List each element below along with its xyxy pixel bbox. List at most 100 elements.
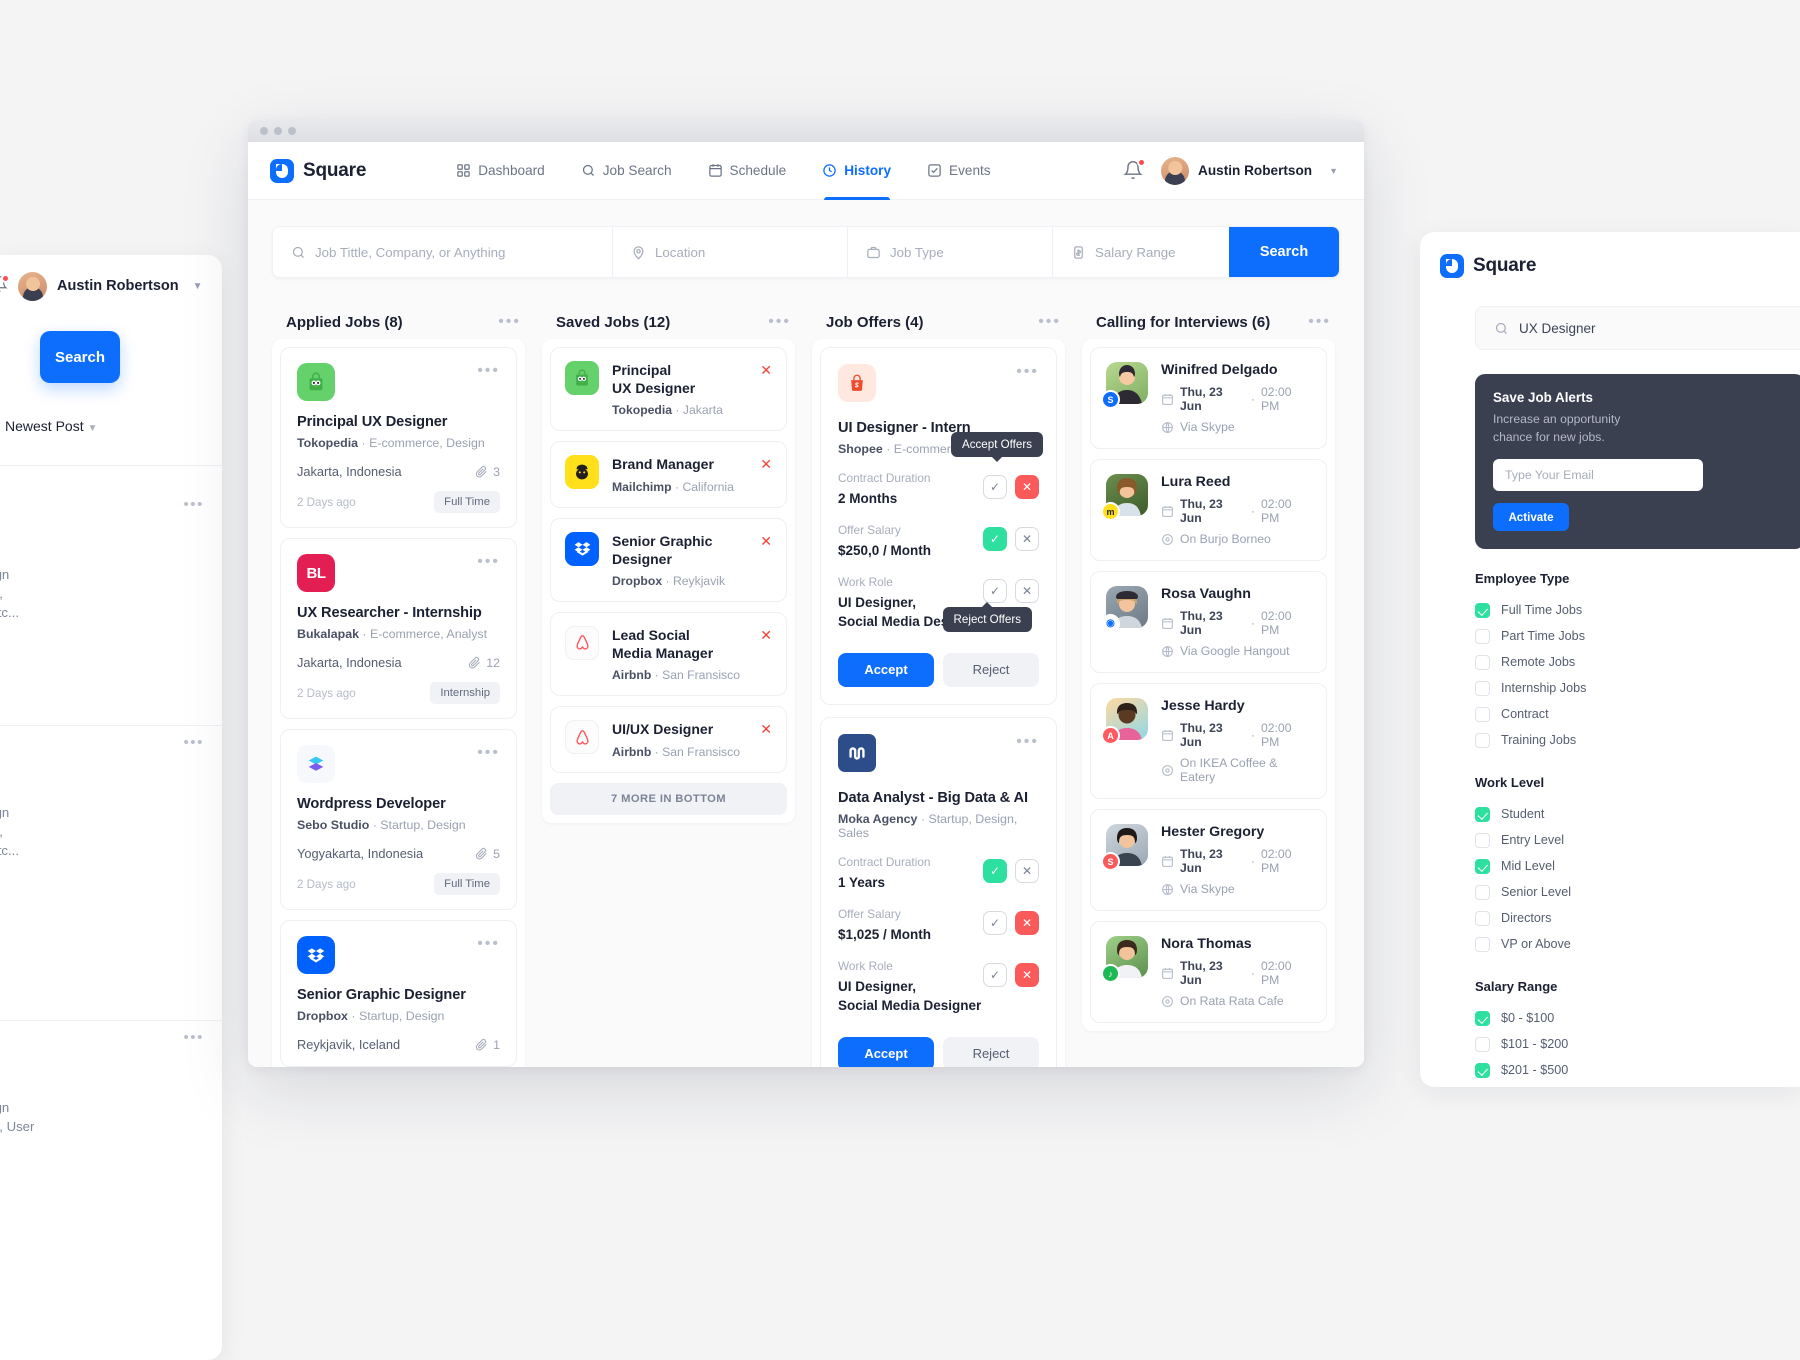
checkbox[interactable]: [1475, 884, 1490, 900]
offer-card[interactable]: ••• Data Analyst - Big Data & AI Moka Ag…: [820, 716, 1057, 1067]
reject-row-button[interactable]: ✕: [1015, 963, 1039, 988]
list-item[interactable]: Principal UX Designer Tokopedia · Jakart…: [550, 347, 787, 432]
filter-checkbox-row[interactable]: $201 - $500: [1475, 1057, 1800, 1083]
filter-checkbox-row[interactable]: Part Time Jobs: [1475, 623, 1800, 649]
filter-checkbox-row[interactable]: $101 - $200: [1475, 1031, 1800, 1057]
filter-checkbox-row[interactable]: Mid Level: [1475, 853, 1800, 879]
checkbox[interactable]: [1475, 602, 1490, 618]
reject-row-button[interactable]: ✕: [1015, 911, 1039, 936]
checkbox[interactable]: [1475, 910, 1490, 926]
nav-item-job-search[interactable]: Job Search: [581, 142, 672, 199]
filter-checkbox-row[interactable]: Remote Jobs: [1475, 649, 1800, 675]
more-options-icon[interactable]: •••: [183, 734, 204, 751]
checkbox[interactable]: [1475, 936, 1490, 952]
chevron-down-icon[interactable]: ▼: [193, 281, 203, 292]
list-item[interactable]: Lead Social Media Manager Airbnb · San F…: [550, 611, 787, 697]
reject-row-button[interactable]: ✕: [1015, 858, 1039, 883]
filter-checkbox-row[interactable]: Entry Level: [1475, 827, 1800, 853]
list-item[interactable]: Senior Graphic Designer Dropbox · Reykja…: [550, 517, 787, 602]
nav-item-history[interactable]: History: [822, 142, 891, 199]
checkbox[interactable]: [1475, 1010, 1490, 1026]
remove-saved-job-icon[interactable]: ✕: [760, 361, 772, 377]
checkbox[interactable]: [1475, 732, 1490, 748]
table-row[interactable]: BL ••• UX Researcher - Internship Bukala…: [280, 538, 517, 719]
remove-saved-job-icon[interactable]: ✕: [760, 455, 772, 471]
filter-checkbox-row[interactable]: $501 - $750: [1475, 1083, 1800, 1087]
more-options-icon[interactable]: •••: [1016, 733, 1039, 750]
list-item[interactable]: ••• ign for the Visual design stand basi…: [0, 490, 220, 726]
search-input[interactable]: UX Designer: [1475, 306, 1800, 350]
reject-row-button[interactable]: ✕: [1015, 527, 1039, 552]
activate-button[interactable]: Activate: [1493, 503, 1569, 532]
checkbox[interactable]: [1475, 680, 1490, 696]
filter-checkbox-row[interactable]: Contract: [1475, 701, 1800, 727]
filter-checkbox-row[interactable]: Internship Jobs: [1475, 675, 1800, 701]
accept-row-button[interactable]: ✓: [983, 475, 1007, 499]
more-options-icon[interactable]: •••: [1016, 364, 1039, 380]
more-options-icon[interactable]: •••: [498, 314, 521, 330]
filter-checkbox-row[interactable]: Directors: [1475, 905, 1800, 931]
filter-checkbox-row[interactable]: Training Jobs: [1475, 727, 1800, 753]
remove-saved-job-icon[interactable]: ✕: [760, 532, 772, 548]
more-options-icon[interactable]: •••: [1308, 314, 1331, 330]
saved-more-button[interactable]: 7 MORE IN BOTTOM: [550, 782, 787, 815]
brand-logo[interactable]: Square: [1420, 254, 1800, 278]
more-options-icon[interactable]: •••: [477, 554, 500, 570]
checkbox[interactable]: [1475, 706, 1490, 722]
more-options-icon[interactable]: •••: [183, 496, 204, 513]
search-button[interactable]: Search: [40, 331, 120, 383]
checkbox[interactable]: [1475, 1036, 1490, 1052]
filter-checkbox-row[interactable]: Senior Level: [1475, 879, 1800, 905]
accept-button[interactable]: Accept: [838, 652, 934, 687]
filter-checkbox-row[interactable]: Student: [1475, 801, 1800, 827]
accept-row-button[interactable]: ✓: [983, 963, 1007, 988]
checkbox[interactable]: [1475, 832, 1490, 848]
reject-button[interactable]: Reject: [943, 652, 1039, 687]
search-input-salary[interactable]: Salary Range: [1053, 227, 1229, 277]
list-item[interactable]: UI/UX Designer Airbnb · San Fransisco ✕: [550, 706, 787, 773]
checkbox[interactable]: [1475, 858, 1490, 874]
reject-row-button[interactable]: ✕: [1015, 475, 1039, 499]
list-item[interactable]: m Lura Reed Thu, 23 Jun · 02:00 PM On Bu…: [1090, 459, 1327, 561]
accept-row-button[interactable]: ✓: [983, 911, 1007, 936]
list-item[interactable]: S Winifred Delgado Thu, 23 Jun · 02:00 PM: [1090, 347, 1327, 449]
search-input-jobtype[interactable]: Job Type: [848, 227, 1053, 277]
list-item[interactable]: ••• ign for the Visual design stand basi…: [0, 1023, 220, 1155]
window-minimize-dot[interactable]: [274, 127, 282, 135]
checkbox[interactable]: [1475, 654, 1490, 670]
reject-button[interactable]: Reject: [943, 1036, 1039, 1067]
checkbox[interactable]: [1475, 806, 1490, 822]
email-field[interactable]: Type Your Email: [1493, 459, 1703, 492]
more-options-icon[interactable]: •••: [183, 1029, 204, 1046]
window-close-dot[interactable]: [260, 127, 268, 135]
more-options-icon[interactable]: •••: [477, 936, 500, 952]
more-options-icon[interactable]: •••: [768, 314, 791, 330]
list-item[interactable]: ♪ Nora Thomas Thu, 23 Jun · 02:00 PM On …: [1090, 921, 1327, 1023]
checkbox[interactable]: [1475, 1062, 1490, 1078]
filter-checkbox-row[interactable]: VP or Above: [1475, 931, 1800, 957]
remove-saved-job-icon[interactable]: ✕: [760, 626, 772, 642]
nav-item-schedule[interactable]: Schedule: [708, 142, 786, 199]
accept-row-button[interactable]: ✓: [983, 527, 1007, 552]
checkbox[interactable]: [1475, 628, 1490, 644]
more-options-icon[interactable]: •••: [477, 745, 500, 761]
filter-checkbox-row[interactable]: $0 - $100: [1475, 1005, 1800, 1031]
table-row[interactable]: ••• Wordpress Developer Sebo Studio · St…: [280, 729, 517, 910]
more-options-icon[interactable]: •••: [1038, 314, 1061, 330]
table-row[interactable]: ••• Senior Graphic Designer Dropbox · St…: [280, 920, 517, 1067]
search-input-job[interactable]: Job Tittle, Company, or Anything: [273, 227, 613, 277]
notification-bell-icon[interactable]: [1123, 158, 1147, 181]
brand-logo[interactable]: Square: [270, 158, 366, 183]
list-item[interactable]: S Hester Gregory Thu, 23 Jun ·02:00 PM: [1090, 809, 1327, 911]
filter-checkbox-row[interactable]: Full Time Jobs: [1475, 597, 1800, 623]
table-row[interactable]: ••• Principal UX Designer Tokopedia · E-…: [280, 347, 517, 528]
reject-row-button[interactable]: ✕: [1015, 579, 1039, 604]
list-item[interactable]: A Jesse Hardy Thu, 23 Jun · 02:00 PM On …: [1090, 683, 1327, 799]
nav-item-events[interactable]: Events: [927, 142, 991, 199]
window-maximize-dot[interactable]: [288, 127, 296, 135]
list-item[interactable]: Brand Manager Mailchimp · California ✕: [550, 441, 787, 508]
offer-card[interactable]: ••• UI Designer - Intern Shopee · E-comm…: [820, 347, 1057, 705]
accept-row-button[interactable]: ✓: [983, 858, 1007, 883]
notification-bell-icon[interactable]: [0, 273, 10, 298]
accept-button[interactable]: Accept: [838, 1036, 934, 1067]
